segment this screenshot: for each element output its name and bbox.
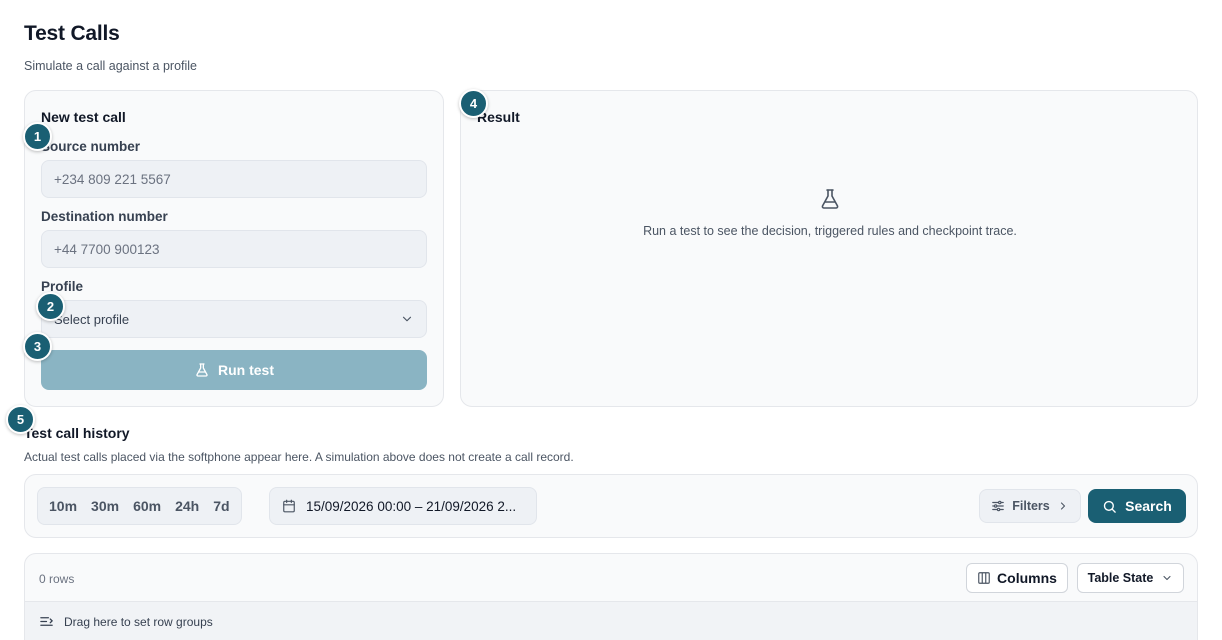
step-badge-1: 1: [23, 122, 52, 151]
calendar-icon: [282, 499, 296, 513]
row-count: 0 rows: [39, 572, 75, 586]
search-label: Search: [1125, 498, 1172, 514]
row-group-hint: Drag here to set row groups: [64, 614, 213, 629]
step-badge-3: 3: [23, 332, 52, 361]
search-icon: [1102, 499, 1117, 514]
run-test-label: Run test: [218, 362, 274, 378]
columns-button[interactable]: Columns: [966, 563, 1068, 593]
source-number-label: Source number: [41, 139, 141, 154]
step-badge-5: 5: [6, 405, 35, 434]
result-card: Result Run a test to see the decision, t…: [460, 90, 1198, 407]
search-button[interactable]: Search: [1088, 489, 1186, 523]
range-10m-button[interactable]: 10m: [42, 491, 84, 521]
destination-number-input[interactable]: [41, 230, 427, 268]
table-state-label: Table State: [1087, 571, 1154, 585]
row-group-drop-zone[interactable]: Drag here to set row groups: [25, 601, 1197, 640]
chevron-down-icon: [400, 312, 414, 326]
history-title: Test call history: [24, 425, 130, 441]
flask-icon: [818, 187, 842, 211]
step-badge-2: 2: [36, 292, 65, 321]
filters-button[interactable]: Filters: [979, 489, 1081, 523]
columns-icon: [977, 571, 991, 585]
row-groups-icon: [39, 614, 54, 629]
sliders-icon: [991, 499, 1005, 513]
profile-select[interactable]: Select profile: [41, 300, 427, 338]
date-range-value: 15/09/2026 00:00 – 21/09/2026 2...: [306, 498, 517, 514]
destination-number-label: Destination number: [41, 209, 168, 224]
chevron-right-icon: [1057, 500, 1069, 512]
chevron-down-icon: [1161, 572, 1173, 584]
profile-select-value: Select profile: [54, 311, 130, 327]
time-range-group: 10m 30m 60m 24h 7d: [37, 487, 242, 525]
run-test-button[interactable]: Run test: [41, 350, 427, 390]
range-30m-button[interactable]: 30m: [84, 491, 126, 521]
history-subtitle: Actual test calls placed via the softpho…: [24, 450, 574, 464]
new-test-call-card: New test call Source number Destination …: [24, 90, 444, 407]
source-number-input[interactable]: [41, 160, 427, 198]
range-24h-button[interactable]: 24h: [168, 491, 206, 521]
flask-icon: [194, 362, 210, 378]
range-60m-button[interactable]: 60m: [126, 491, 168, 521]
history-toolbar: 10m 30m 60m 24h 7d 15/09/2026 00:00 – 21…: [24, 474, 1198, 538]
columns-label: Columns: [997, 570, 1057, 586]
range-7d-button[interactable]: 7d: [206, 491, 236, 521]
history-table: 0 rows Columns Table State Drag here to …: [24, 553, 1198, 640]
date-range-picker[interactable]: 15/09/2026 00:00 – 21/09/2026 2...: [269, 487, 537, 525]
result-empty-state: Run a test to see the decision, triggere…: [461, 187, 1199, 241]
filters-label: Filters: [1012, 499, 1050, 513]
result-empty-text: Run a test to see the decision, triggere…: [643, 224, 1017, 238]
page-title: Test Calls: [24, 22, 120, 45]
table-state-button[interactable]: Table State: [1077, 563, 1184, 593]
new-test-call-title: New test call: [41, 109, 126, 125]
step-badge-4: 4: [459, 89, 488, 118]
page-subtitle: Simulate a call against a profile: [24, 59, 198, 73]
